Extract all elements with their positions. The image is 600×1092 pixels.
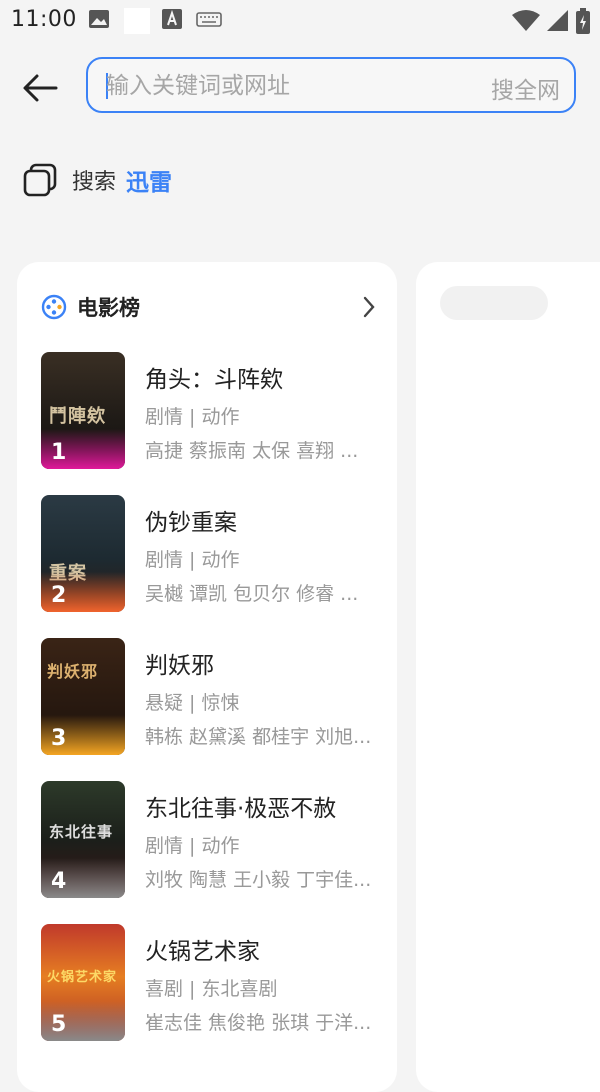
movie-title: 东北往事·极恶不赦 (145, 796, 337, 822)
search-engine-label: 搜索 (72, 170, 117, 195)
movie-list: 鬥陣欸 1 角头：斗阵欸 剧情 | 动作 高捷 蔡振南 太保 喜翔 ... 重案… (41, 352, 381, 1067)
poster-title-text: 东北往事 (49, 823, 114, 841)
movie-title: 角头：斗阵欸 (145, 367, 283, 393)
cellular-signal-icon (546, 9, 570, 37)
movie-item-5[interactable]: 火锅艺术家 5 火锅艺术家 喜剧 | 东北喜剧 崔志佳 焦俊艳 张琪 于洋... (41, 924, 381, 1067)
movie-item-1[interactable]: 鬥陣欸 1 角头：斗阵欸 剧情 | 动作 高捷 蔡振南 太保 喜翔 ... (41, 352, 381, 495)
movie-poster: 鬥陣欸 1 (41, 352, 125, 469)
search-engine-row[interactable]: 搜索 迅雷 (22, 160, 172, 200)
movie-genre: 剧情 | 动作 (145, 835, 240, 857)
gallery-icon (88, 8, 110, 34)
movie-title: 火锅艺术家 (145, 939, 260, 965)
movie-poster: 判妖邪 3 (41, 638, 125, 755)
font-a-icon (162, 8, 182, 34)
loading-placeholder (440, 286, 548, 320)
status-time: 11:00 (11, 7, 77, 32)
poster-title-text: 判妖邪 (47, 662, 99, 681)
movie-title: 伪钞重案 (145, 510, 237, 536)
film-reel-icon (41, 294, 67, 320)
movie-cast: 崔志佳 焦俊艳 张琪 于洋... (145, 1012, 372, 1034)
keyboard-icon (196, 8, 222, 34)
arrow-left-icon (23, 74, 58, 102)
back-button[interactable] (18, 66, 62, 110)
poster-title-text: 火锅艺术家 (47, 970, 118, 985)
movie-cast: 韩栋 赵黛溪 都桂宇 刘旭... (145, 726, 372, 748)
chevron-right-icon (363, 296, 375, 318)
poster-title-text: 鬥陣欸 (49, 406, 106, 427)
movie-cast: 刘牧 陶慧 王小毅 丁宇佳... (145, 869, 372, 891)
movie-poster: 东北往事 4 (41, 781, 125, 898)
next-ranking-card[interactable] (416, 262, 600, 1092)
search-all-button[interactable]: 搜全网 (491, 71, 560, 105)
movie-ranking-title: 电影榜 (77, 296, 140, 320)
movie-cast: 吴樾 谭凯 包贝尔 修睿 ... (145, 583, 359, 605)
notification-square-icon (124, 8, 150, 38)
rank-badge: 3 (41, 715, 125, 755)
wifi-icon (512, 9, 540, 37)
movie-ranking-header[interactable]: 电影榜 (41, 290, 377, 324)
search-box[interactable]: 搜全网 (86, 57, 576, 113)
movie-item-4[interactable]: 东北往事 4 东北往事·极恶不赦 剧情 | 动作 刘牧 陶慧 王小毅 丁宇佳..… (41, 781, 381, 924)
movie-item-2[interactable]: 重案 2 伪钞重案 剧情 | 动作 吴樾 谭凯 包贝尔 修睿 ... (41, 495, 381, 638)
movie-genre: 剧情 | 动作 (145, 549, 240, 571)
search-engine-name[interactable]: 迅雷 (126, 163, 172, 197)
movie-genre: 剧情 | 动作 (145, 406, 240, 428)
movie-poster: 火锅艺术家 5 (41, 924, 125, 1041)
rank-badge: 4 (41, 858, 125, 898)
rank-badge: 2 (41, 572, 125, 612)
movie-poster: 重案 2 (41, 495, 125, 612)
battery-charging-icon (576, 8, 590, 38)
copy-squares-icon (23, 163, 57, 197)
movie-ranking-card: 电影榜 鬥陣欸 1 角头：斗阵欸 剧情 | 动作 高捷 蔡振南 太保 喜翔 ..… (17, 262, 397, 1092)
movie-title: 判妖邪 (145, 653, 214, 679)
search-header: 搜全网 (0, 52, 600, 122)
movie-item-3[interactable]: 判妖邪 3 判妖邪 悬疑 | 惊悚 韩栋 赵黛溪 都桂宇 刘旭... (41, 638, 381, 781)
rank-badge: 5 (41, 1001, 125, 1041)
movie-cast: 高捷 蔡振南 太保 喜翔 ... (145, 440, 359, 462)
movie-genre: 悬疑 | 惊悚 (145, 692, 240, 714)
status-bar: 11:00 (0, 0, 600, 40)
search-input[interactable] (104, 67, 468, 105)
rank-badge: 1 (41, 429, 125, 469)
movie-genre: 喜剧 | 东北喜剧 (145, 978, 278, 1000)
